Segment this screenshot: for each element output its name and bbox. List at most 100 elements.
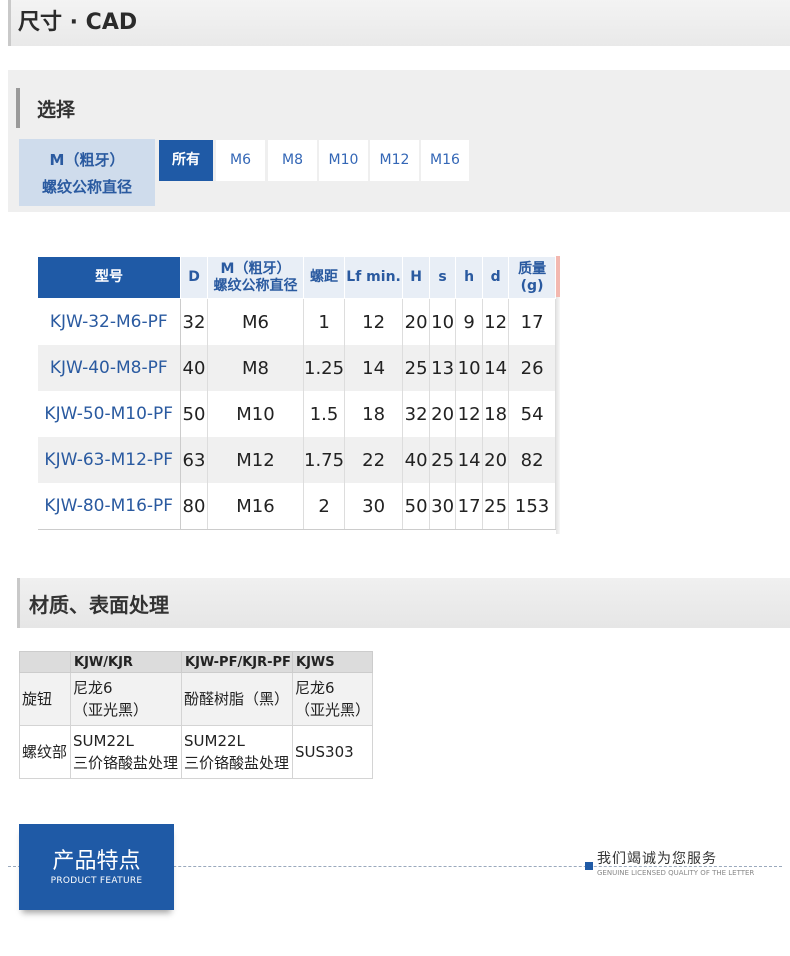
cell-H: 40 — [402, 437, 431, 483]
table-row: KJW-50-M10-PF 50 M10 1.5 18 32 20 12 18 … — [37, 391, 557, 437]
cell-d: 25 — [482, 483, 510, 530]
cell-lf: 12 — [344, 298, 404, 345]
material-header-blank — [19, 651, 71, 673]
material-table: KJW/KJR KJW-PF/KJR-PF KJWS 旋钮 尼龙6 （亚光黑） 酚… — [19, 651, 373, 779]
cell-pitch: 1.5 — [303, 391, 346, 437]
col-header-mass-line2: (g) — [520, 277, 544, 294]
cell-lf: 22 — [344, 437, 404, 483]
cell-H: 32 — [402, 391, 431, 437]
col-header-mass: 质量 (g) — [508, 256, 557, 299]
service-slogan: 我们竭诚为您服务 — [597, 851, 717, 867]
col-header-mass-line1: 质量 — [518, 260, 547, 277]
cell-mass: 153 — [508, 483, 557, 530]
col-header-M: M（粗牙） 螺纹公称直径 — [207, 256, 304, 299]
model-link[interactable]: KJW-63-M12-PF — [37, 437, 181, 483]
material-cell: SUM22L 三价铬酸盐处理 — [70, 725, 182, 779]
table-row: KJW-63-M12-PF 63 M12 1.75 22 40 25 14 20… — [37, 437, 557, 483]
cell-h: 14 — [455, 437, 484, 483]
filter-button-m8[interactable]: M8 — [268, 140, 317, 181]
cell-D: 50 — [180, 391, 208, 437]
cell-h: 17 — [455, 483, 484, 530]
material-text: 尼龙6 — [73, 679, 113, 697]
material-title: 材质、表面处理 — [29, 593, 169, 617]
feature-subtitle: PRODUCT FEATURE — [50, 876, 143, 886]
cell-s: 30 — [429, 483, 457, 530]
filter-button-m10[interactable]: M10 — [319, 140, 368, 181]
cell-M: M10 — [207, 391, 304, 437]
col-header-H: H — [402, 256, 431, 299]
model-link[interactable]: KJW-50-M10-PF — [37, 391, 181, 437]
cell-pitch: 1.75 — [303, 437, 346, 483]
model-link[interactable]: KJW-40-M8-PF — [37, 345, 181, 391]
col-header-D: D — [180, 256, 208, 299]
selection-title: 选择 — [37, 99, 76, 121]
filter-button-m16[interactable]: M16 — [421, 140, 469, 181]
cell-mass: 26 — [508, 345, 557, 391]
cell-h: 12 — [455, 391, 484, 437]
cell-h: 10 — [455, 345, 484, 391]
col-header-lf: Lf min. — [344, 256, 404, 299]
cell-H: 50 — [402, 483, 431, 530]
model-link[interactable]: KJW-80-M16-PF — [37, 483, 181, 530]
cell-lf: 18 — [344, 391, 404, 437]
cell-pitch: 2 — [303, 483, 346, 530]
cell-mass: 54 — [508, 391, 557, 437]
material-text: SUM22L — [73, 732, 134, 750]
page-title: 尺寸 · CAD — [18, 10, 138, 35]
cell-d: 14 — [482, 345, 510, 391]
material-header-row: KJW/KJR KJW-PF/KJR-PF KJWS — [19, 651, 373, 673]
col-header-d: d — [482, 256, 510, 299]
cell-pitch: 1.25 — [303, 345, 346, 391]
material-text: SUS303 — [295, 743, 354, 761]
material-text: 尼龙6 — [295, 679, 335, 697]
service-subtitle: GENUINE LICENSED QUALITY OF THE LETTER — [597, 869, 755, 877]
table-scroll-edge-header — [556, 256, 560, 297]
col-header-M-line1: M（粗牙） — [220, 260, 291, 277]
cell-lf: 14 — [344, 345, 404, 391]
table-row: KJW-80-M16-PF 80 M16 2 30 50 30 17 25 15… — [37, 483, 557, 530]
material-text: （亚光黑） — [295, 701, 371, 719]
material-text: （亚光黑） — [73, 701, 149, 719]
cell-lf: 30 — [344, 483, 404, 530]
parameter-label-line1: M（粗牙） — [49, 151, 125, 169]
cell-h: 9 — [455, 298, 484, 345]
material-cell: 尼龙6 （亚光黑） — [70, 672, 182, 726]
material-row-knob: 旋钮 尼龙6 （亚光黑） 酚醛树脂（黑） 尼龙6 （亚光黑） — [19, 672, 373, 726]
material-text: SUM22L — [184, 732, 245, 750]
material-cell: 尼龙6 （亚光黑） — [292, 672, 373, 726]
material-header-kjwpf: KJW-PF/KJR-PF — [181, 651, 293, 673]
cell-s: 20 — [429, 391, 457, 437]
cell-M: M16 — [207, 483, 304, 530]
section-accent-bar — [16, 88, 20, 128]
material-text: 三价铬酸盐处理 — [184, 754, 290, 772]
material-row-label: 螺纹部 — [19, 725, 71, 779]
material-text: 三价铬酸盐处理 — [73, 754, 179, 772]
cell-D: 63 — [180, 437, 208, 483]
material-header-kjws: KJWS — [292, 651, 373, 673]
cell-mass: 82 — [508, 437, 557, 483]
cell-D: 40 — [180, 345, 208, 391]
cell-D: 80 — [180, 483, 208, 530]
cell-s: 13 — [429, 345, 457, 391]
cell-d: 12 — [482, 298, 510, 345]
table-scroll-edge[interactable] — [556, 256, 560, 534]
table-row: KJW-40-M8-PF 40 M8 1.25 14 25 13 10 14 2… — [37, 345, 557, 391]
cell-H: 20 — [402, 298, 431, 345]
filter-button-m12[interactable]: M12 — [370, 140, 419, 181]
material-text: 酚醛树脂（黑） — [184, 690, 290, 708]
material-cell: SUM22L 三价铬酸盐处理 — [181, 725, 293, 779]
table-row: KJW-32-M6-PF 32 M6 1 12 20 10 9 12 17 — [37, 298, 557, 345]
col-header-s: s — [429, 256, 457, 299]
model-link[interactable]: KJW-32-M6-PF — [37, 298, 181, 345]
cell-d: 18 — [482, 391, 510, 437]
cell-M: M8 — [207, 345, 304, 391]
material-row-label: 旋钮 — [19, 672, 71, 726]
square-bullet-icon — [585, 862, 593, 870]
col-header-h: h — [455, 256, 484, 299]
cell-mass: 17 — [508, 298, 557, 345]
filter-button-m6[interactable]: M6 — [216, 140, 265, 181]
col-header-pitch: 螺距 — [302, 256, 346, 299]
col-header-M-line2: 螺纹公称直径 — [213, 277, 298, 294]
filter-button-all[interactable]: 所有 — [159, 140, 213, 181]
cell-M: M6 — [207, 298, 304, 345]
